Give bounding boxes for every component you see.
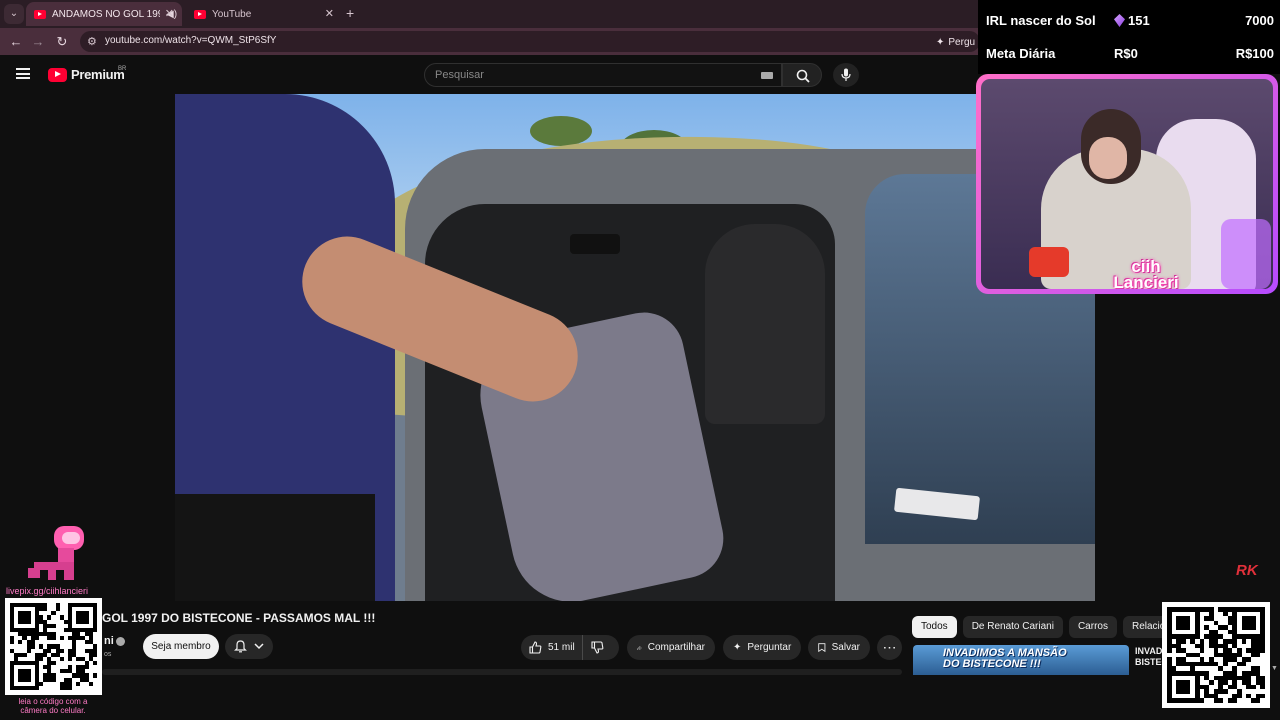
tab-video[interactable]: ANDAMOS NO GOL 1997 D ◀) ✕	[26, 2, 182, 26]
comment-area-divider	[102, 669, 902, 675]
join-button[interactable]: Seja membro	[143, 634, 219, 659]
video-scene-mirror	[570, 234, 620, 254]
video-scene-tree	[530, 116, 592, 146]
scroll-down-arrow-icon[interactable]: ▼	[1271, 665, 1278, 672]
like-count: 51 mil	[548, 642, 575, 653]
qr-code-pattern	[1167, 607, 1265, 703]
bell-icon	[234, 640, 247, 653]
like-button[interactable]: 51 mil	[521, 635, 583, 660]
chip-all[interactable]: Todos	[912, 616, 957, 638]
close-icon[interactable]: ✕	[165, 7, 174, 20]
keyboard-icon[interactable]	[761, 72, 773, 79]
save-button[interactable]: Salvar	[808, 635, 870, 660]
subscriber-count: os	[104, 651, 112, 658]
channel-name-text: ni	[104, 635, 114, 647]
goal-target: R$100	[1235, 46, 1274, 61]
youtube-logo[interactable]: Premium	[48, 67, 125, 82]
like-dislike-group: 51 mil	[521, 635, 619, 660]
qr-code	[1162, 602, 1270, 708]
verified-icon	[115, 636, 125, 646]
webcam-snack-box	[1029, 247, 1069, 277]
gem-icon	[1114, 14, 1125, 27]
webcam-feed: ciih Lancieri	[981, 79, 1273, 289]
more-horizontal-icon: ⋯	[882, 639, 897, 655]
tab-title: ANDAMOS NO GOL 1997 D	[52, 8, 160, 20]
gem-count: 151	[1114, 13, 1150, 28]
youtube-favicon-icon	[194, 9, 206, 19]
address-bar[interactable]: ⚙ youtube.com/watch?v=QWM_StP6SfY	[80, 31, 980, 52]
video-player[interactable]	[175, 94, 1095, 601]
webcam-frame: ciih Lancieri	[976, 74, 1278, 294]
thumbs-down-icon	[591, 641, 604, 654]
goal-row-daily: Meta Diária R$0 R$100	[986, 44, 1274, 64]
ask-button[interactable]: ✦ Perguntar	[723, 635, 801, 660]
webcam-led-light	[1221, 219, 1271, 289]
voice-search-button[interactable]	[833, 63, 859, 87]
chip-cars[interactable]: Carros	[1068, 616, 1117, 638]
new-tab-button[interactable]: +	[346, 5, 354, 21]
video-title: GOL 1997 DO BISTECONE - PASSAMOS MAL !!!	[102, 611, 376, 625]
video-scene-driver	[705, 224, 825, 424]
microphone-icon	[841, 68, 851, 81]
streamer-name-logo: ciih Lancieri	[1091, 258, 1201, 289]
tab-search-icon[interactable]: ⌄	[4, 4, 24, 24]
qr-code	[5, 598, 102, 695]
stream-goals-overlay: IRL nascer do Sol 151 7000 Meta Diária R…	[978, 0, 1280, 74]
search-button[interactable]	[782, 63, 822, 87]
webcam-streamer-face	[1089, 137, 1127, 179]
dislike-button[interactable]	[591, 641, 604, 657]
pixel-mascot-icon	[28, 526, 84, 580]
back-arrow-icon[interactable]: ←	[6, 32, 26, 52]
goal-label: IRL nascer do Sol	[986, 13, 1096, 28]
thumbnail-text-line: DO BISTECONE !!!	[943, 658, 1041, 670]
gem-count-value: 151	[1128, 13, 1150, 28]
rk-watermark-logo: RK	[1236, 562, 1258, 579]
tab-youtube[interactable]: YouTube ✕	[186, 2, 342, 26]
search-icon	[796, 69, 810, 83]
url-text: youtube.com/watch?v=QWM_StP6SfY	[105, 35, 277, 46]
qr-code-pattern	[10, 603, 97, 690]
qr-module	[1260, 698, 1265, 703]
youtube-logo-icon	[48, 67, 67, 82]
chip-channel[interactable]: De Renato Cariani	[962, 616, 1063, 638]
bookmark-icon	[818, 643, 826, 653]
channel-name[interactable]: ni	[104, 635, 125, 647]
thumbs-up-icon	[529, 641, 542, 654]
recommended-video-thumbnail[interactable]: INVADIMOS A MANSÃO DO BISTECONE !!!	[913, 645, 1129, 675]
menu-icon[interactable]	[16, 68, 30, 79]
video-scene-shorts	[175, 494, 375, 601]
thumbnail-text: INVADIMOS A MANSÃO DO BISTECONE !!!	[943, 648, 1067, 670]
share-icon	[637, 645, 642, 650]
donation-link: livepix.gg/ciihlancieri	[6, 586, 89, 596]
site-info-icon[interactable]: ⚙	[87, 35, 97, 48]
chevron-down-icon	[254, 643, 264, 650]
share-button[interactable]: Compartilhar	[627, 635, 715, 660]
search-placeholder: Pesquisar	[435, 69, 484, 81]
goal-target: 7000	[1245, 13, 1274, 28]
sparkle-icon: ✦	[936, 36, 945, 48]
goal-current: R$0	[1114, 46, 1138, 61]
ask-label: Perguntar	[747, 642, 792, 653]
youtube-favicon-icon	[34, 9, 46, 19]
save-label: Salvar	[831, 642, 860, 653]
share-label: Compartilhar	[647, 642, 705, 653]
filter-chips: Todos De Renato Cariani Carros Relaciona…	[912, 616, 1197, 638]
notifications-button[interactable]	[225, 634, 273, 659]
reload-icon[interactable]: ↻	[52, 32, 72, 52]
sparkle-icon: ✦	[733, 642, 742, 653]
close-icon[interactable]: ✕	[325, 7, 334, 20]
ask-chip-label: Pergu	[948, 36, 976, 48]
search-input[interactable]: Pesquisar	[424, 63, 782, 87]
goal-row-sunrise: IRL nascer do Sol 151 7000	[986, 11, 1274, 31]
tab-title: YouTube	[212, 8, 252, 20]
streamer-name-line: Lancieri	[1113, 273, 1179, 289]
ask-chip[interactable]: ✦ Pergu	[936, 33, 975, 51]
logo-text: Premium	[71, 67, 125, 82]
qr-caption: leia o código com a câmera do celular.	[18, 697, 88, 715]
forward-arrow-icon[interactable]: →	[28, 32, 48, 52]
more-actions-button[interactable]: ⋯	[877, 635, 902, 660]
region-code: BR	[118, 66, 127, 72]
qr-module	[93, 686, 97, 690]
goal-label: Meta Diária	[986, 46, 1056, 61]
